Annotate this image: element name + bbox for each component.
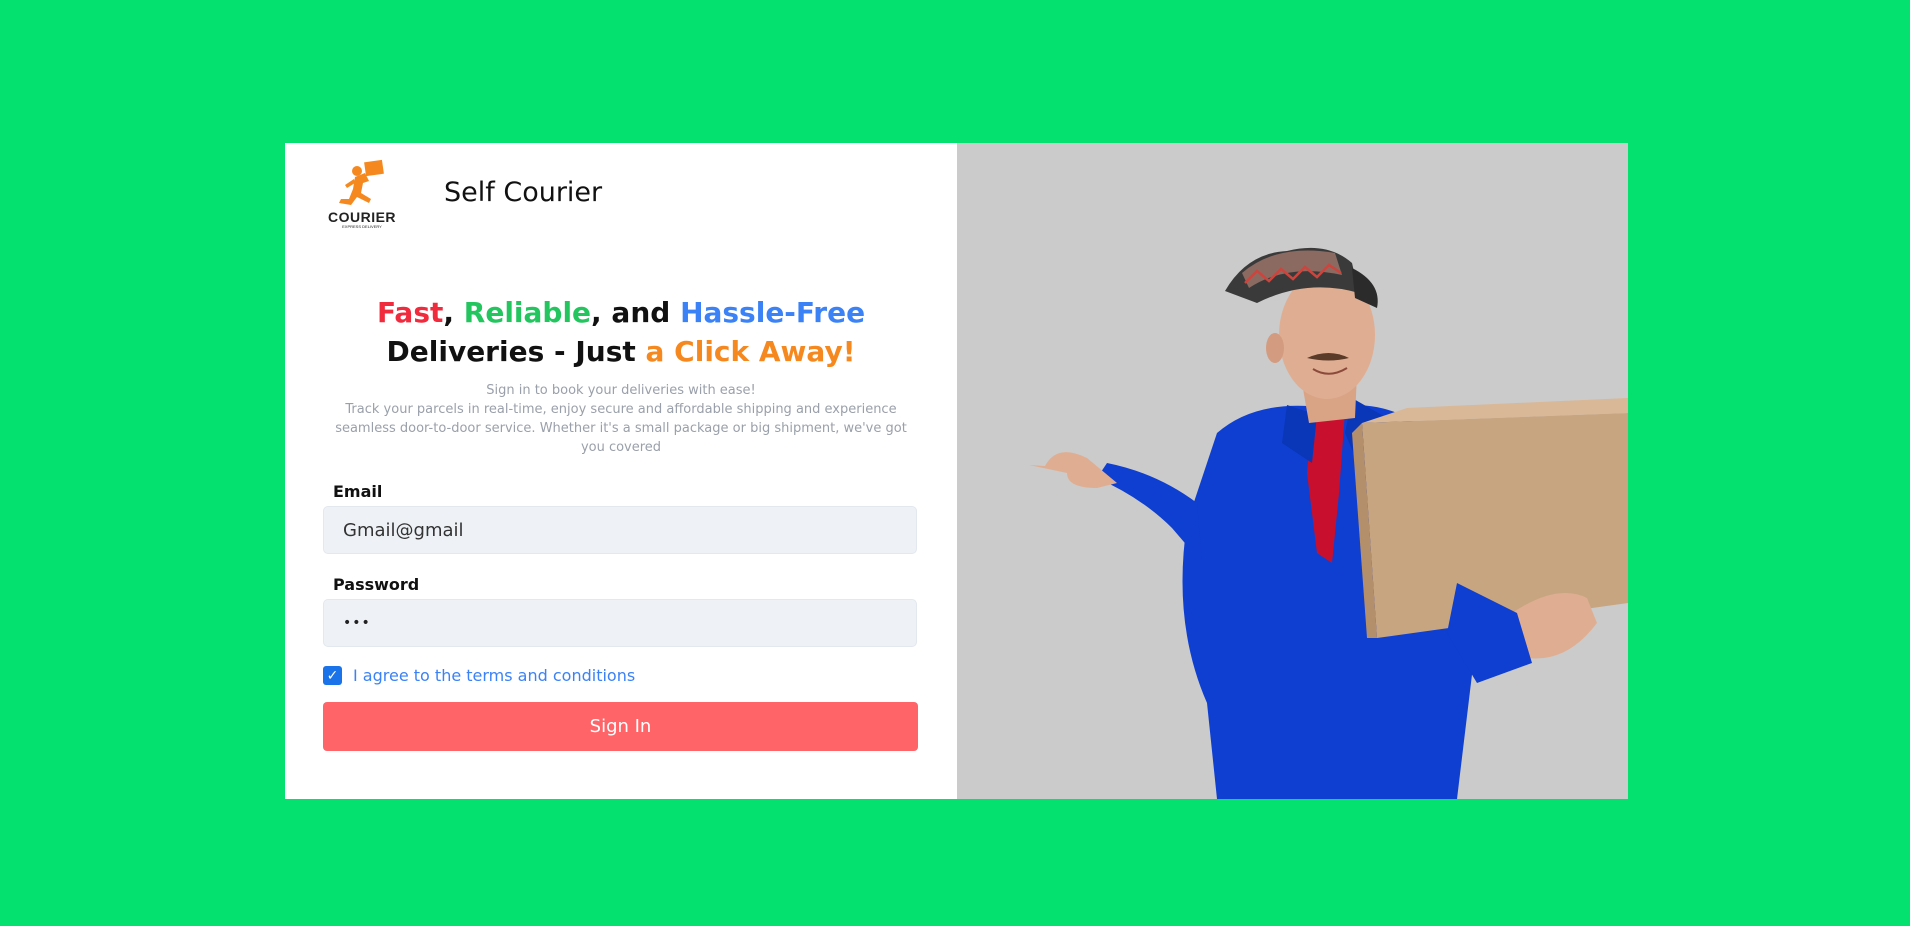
- logo-tagline: EXPRESS DELIVERY: [342, 224, 382, 229]
- headline-line-2: Deliveries - Just a Click Away!: [285, 332, 957, 371]
- password-label: Password: [333, 575, 420, 594]
- headline-word-fast: Fast: [376, 296, 444, 329]
- courier-logo: COURIER EXPRESS DELIVERY: [325, 159, 399, 231]
- headline-comma: ,: [443, 296, 455, 329]
- headline-word-reliable: Reliable: [463, 296, 592, 329]
- courier-man-pointing-with-box-photo: [957, 143, 1628, 799]
- email-field[interactable]: Gmail@gmail: [323, 506, 917, 554]
- intro-line-1: Sign in to book your deliveries with eas…: [486, 383, 756, 398]
- headline-and: , and: [591, 296, 671, 329]
- headline: Fast, Reliable, and Hassle-Free Deliveri…: [285, 293, 957, 371]
- brand-title: Self Courier: [444, 177, 603, 208]
- logo-text: COURIER: [327, 209, 397, 225]
- headline-deliveries: Deliveries - Just: [386, 335, 636, 368]
- login-panel: COURIER EXPRESS DELIVERY Self Courier Fa…: [285, 143, 957, 799]
- headline-click-away: a Click Away!: [645, 335, 856, 368]
- sign-in-button[interactable]: Sign In: [323, 702, 918, 751]
- password-field[interactable]: •••: [323, 599, 917, 647]
- login-card: COURIER EXPRESS DELIVERY Self Courier Fa…: [285, 143, 1628, 799]
- intro-line-2: Track your parcels in real-time, enjoy s…: [335, 402, 907, 455]
- email-value: Gmail@gmail: [343, 519, 464, 541]
- checkmark-icon: ✓: [326, 667, 339, 684]
- password-value: •••: [343, 615, 371, 631]
- terms-checkbox[interactable]: ✓: [323, 666, 342, 685]
- headline-line-1: Fast, Reliable, and Hassle-Free: [285, 293, 957, 332]
- terms-link[interactable]: I agree to the terms and conditions: [353, 666, 635, 685]
- email-label: Email: [333, 482, 383, 501]
- intro-text: Sign in to book your deliveries with eas…: [325, 381, 917, 457]
- hero-image: [957, 143, 1628, 799]
- headline-word-hassle-free: Hassle-Free: [680, 296, 866, 329]
